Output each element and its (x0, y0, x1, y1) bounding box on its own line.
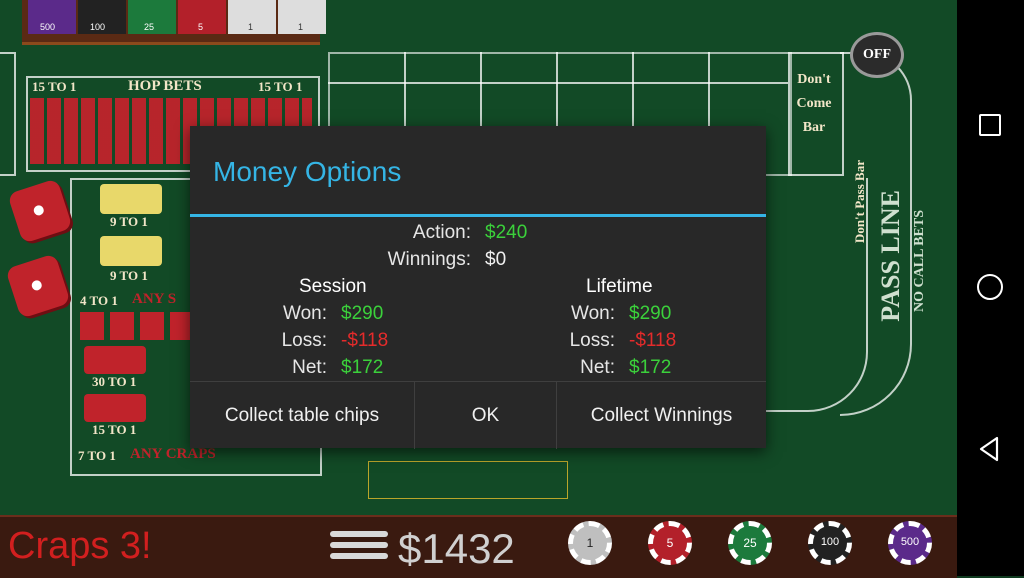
no-call-bets-label: NO CALL BETS (912, 210, 927, 312)
lifetime-won-row: Won: $290 (478, 303, 766, 327)
bet-highlight-box[interactable] (368, 461, 568, 499)
lifetime-loss-value: -$118 (629, 330, 677, 351)
grid-h1 (328, 82, 788, 84)
action-value: $240 (485, 222, 528, 243)
bottom-bar: Craps 3! $1432 1 5 25 100 500 (0, 515, 957, 578)
winnings-row: Winnings: $0 (190, 249, 766, 273)
any-seven-label: ANY S (132, 291, 177, 307)
action-label: Action: (412, 222, 471, 243)
circle-icon[interactable] (975, 272, 1005, 302)
collect-table-chips-button[interactable]: Collect table chips (190, 382, 414, 449)
session-won-label: Won: (282, 303, 327, 324)
dialog-title: Money Options (213, 156, 402, 187)
lifetime-won-label: Won: (570, 303, 615, 324)
off-puck[interactable]: OFF (850, 32, 904, 78)
odds-30-to-1: 30 TO 1 (92, 374, 137, 389)
lifetime-net-row: Net: $172 (478, 357, 766, 381)
rack-chip-1a[interactable]: 1 (228, 0, 276, 34)
triangle-back-icon[interactable] (975, 434, 1005, 464)
red-die-2 (5, 253, 71, 319)
odds-15-to-1: 15 TO 1 (92, 422, 137, 437)
rack-chip-500[interactable]: 500 (28, 0, 76, 34)
app-title: Craps 3! (8, 525, 152, 567)
collect-winnings-button[interactable]: Collect Winnings (557, 382, 766, 449)
horn-dice-row[interactable] (80, 312, 190, 340)
square-icon[interactable] (975, 110, 1005, 140)
session-loss-label: Loss: (281, 330, 327, 351)
winnings-label: Winnings: (387, 249, 471, 270)
dont-come-bar-label: Don't Come Bar (796, 72, 832, 135)
horn-dice-pair[interactable] (84, 346, 146, 374)
action-row: Action: $240 (190, 222, 766, 246)
rack-chip-100[interactable]: 100 (78, 0, 126, 34)
chip-5[interactable]: 5 (648, 521, 692, 565)
system-nav-bar (957, 0, 1024, 576)
lifetime-net-label: Net: (580, 357, 615, 378)
hop-bets-label: HOP BETS (128, 78, 202, 94)
odds-9-to-1-a: 9 TO 1 (110, 214, 148, 229)
chip-100[interactable]: 100 (808, 521, 852, 565)
pass-line-label: PASS LINE (876, 190, 905, 322)
rack-chip-1b[interactable]: 1 (278, 0, 326, 34)
session-header: Session (299, 276, 367, 297)
session-won-row: Won: $290 (190, 303, 478, 327)
red-die-1 (7, 178, 73, 244)
odds-7-to-1: 7 TO 1 (78, 448, 116, 463)
session-loss-value: -$118 (341, 330, 389, 351)
session-net-row: Net: $172 (190, 357, 478, 381)
lifetime-loss-label: Loss: (569, 330, 615, 351)
hop-odds-left: 15 TO 1 (32, 79, 77, 94)
money-options-dialog: Money Options Action: $240 Winnings: $0 … (190, 126, 766, 449)
horn-dice-pair-2[interactable] (84, 394, 146, 422)
off-puck-label: OFF (863, 47, 891, 62)
lifetime-loss-row: Loss: -$118 (478, 330, 766, 354)
hard-9-dice[interactable] (100, 184, 162, 214)
title-divider (190, 214, 766, 217)
odds-4-to-1: 4 TO 1 (80, 293, 118, 308)
dialog-button-row: Collect table chips OK Collect Winnings (190, 381, 766, 449)
session-net-value: $172 (341, 357, 384, 378)
lifetime-net-value: $172 (629, 357, 672, 378)
chip-rack: 500 100 25 5 1 1 (22, 0, 326, 45)
ok-button[interactable]: OK (415, 382, 556, 449)
session-loss-row: Loss: -$118 (190, 330, 478, 354)
chip-500[interactable]: 500 (888, 521, 932, 565)
chip-1[interactable]: 1 (568, 521, 612, 565)
rack-chip-5[interactable]: 5 (178, 0, 226, 34)
lifetime-won-value: $290 (629, 303, 672, 324)
left-edge-box (0, 52, 16, 176)
menu-icon[interactable] (330, 531, 388, 565)
odds-9-to-1-b: 9 TO 1 (110, 268, 148, 283)
winnings-value: $0 (485, 249, 507, 270)
hard-9b-dice[interactable] (100, 236, 162, 266)
chip-25[interactable]: 25 (728, 521, 772, 565)
session-won-value: $290 (341, 303, 384, 324)
lifetime-header: Lifetime (586, 276, 653, 297)
hop-odds-right: 15 TO 1 (258, 79, 303, 94)
bankroll-amount: $1432 (398, 525, 515, 572)
rack-chip-25[interactable]: 25 (128, 0, 176, 34)
session-net-label: Net: (292, 357, 327, 378)
